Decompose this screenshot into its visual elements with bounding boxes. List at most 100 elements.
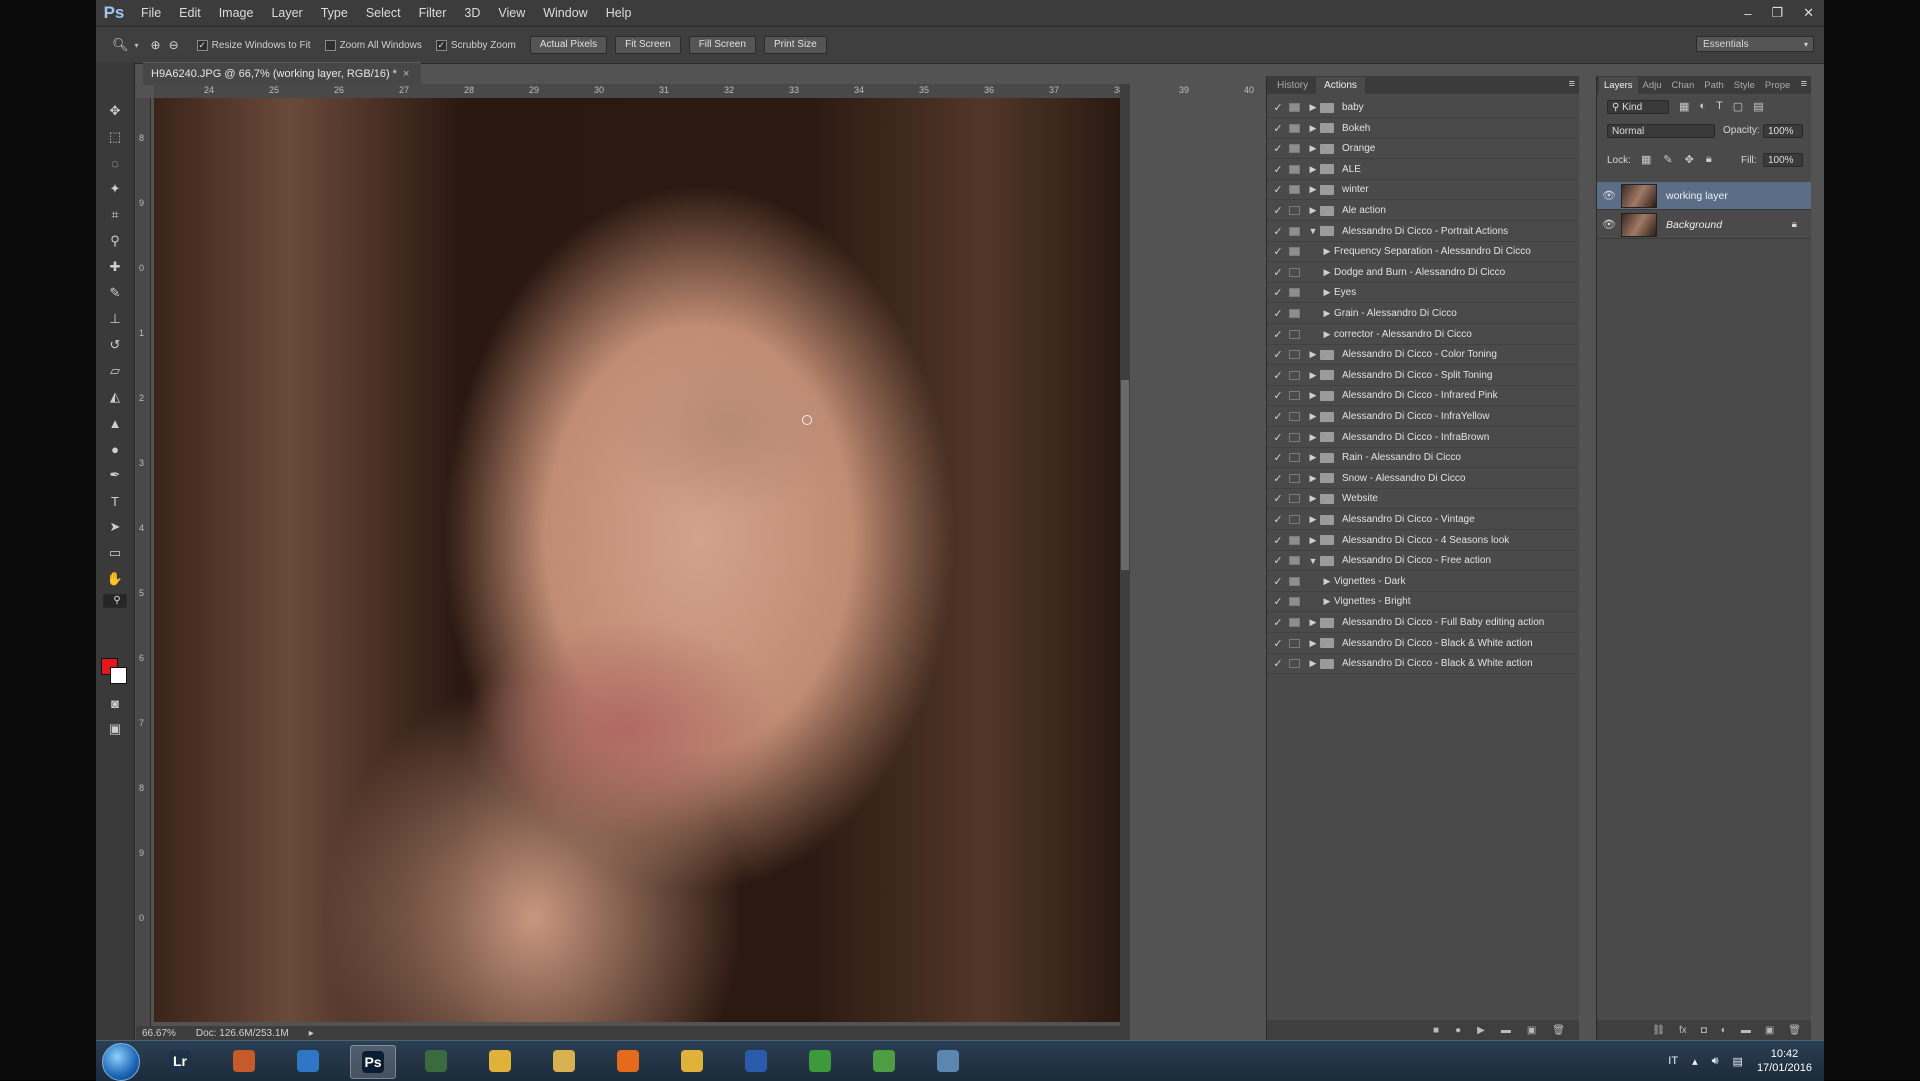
language-indicator[interactable]: IT: [1668, 1055, 1678, 1067]
dialog-toggle-icon[interactable]: [1289, 123, 1300, 133]
checkmark-icon[interactable]: ✓: [1267, 163, 1289, 176]
dialog-toggle-icon[interactable]: [1289, 556, 1300, 566]
checkmark-icon[interactable]: ✓: [1267, 245, 1289, 258]
panel-menu-icon[interactable]: ≡: [1801, 78, 1807, 90]
dialog-toggle-icon[interactable]: [1289, 535, 1300, 545]
dialog-toggle-icon[interactable]: [1289, 267, 1300, 277]
new-action-icon[interactable]: ▣: [1527, 1025, 1536, 1036]
action-row[interactable]: ✓ ▶ Alessandro Di Cicco - Black & White ac…: [1267, 634, 1579, 654]
hand-tool-icon[interactable]: ✋: [103, 568, 127, 590]
expand-triangle-icon[interactable]: ▶: [1320, 576, 1334, 587]
expand-triangle-icon[interactable]: ▶: [1306, 102, 1320, 113]
action-row[interactable]: ✓ ▶ ALE: [1267, 160, 1579, 180]
expand-triangle-icon[interactable]: ▶: [1306, 205, 1320, 216]
delete-icon[interactable]: 🗑︎: [1552, 1025, 1565, 1036]
image-canvas[interactable]: [154, 98, 1120, 1022]
expand-triangle-icon[interactable]: ▶: [1306, 123, 1320, 134]
checkmark-icon[interactable]: ✓: [1267, 595, 1289, 608]
action-row[interactable]: ✓ ▶ Ale action: [1267, 201, 1579, 221]
action-row[interactable]: ✓ ▶ Vignettes - Dark: [1267, 572, 1579, 592]
healing-brush-tool-icon[interactable]: ✚: [103, 256, 127, 278]
firefox-icon[interactable]: [606, 1045, 650, 1077]
expand-triangle-icon[interactable]: ▶: [1320, 267, 1334, 278]
expand-triangle-icon[interactable]: ▶: [1306, 390, 1320, 401]
zoom-out-icon[interactable]: ⊖: [169, 38, 179, 52]
eyedropper-tool-icon[interactable]: ⚲: [103, 230, 127, 252]
fill-input[interactable]: 100%: [1763, 153, 1803, 167]
checkmark-icon[interactable]: ✓: [1267, 616, 1289, 629]
checkmark-icon[interactable]: ✓: [1267, 204, 1289, 217]
expand-triangle-icon[interactable]: ▶: [1306, 143, 1320, 154]
lasso-tool-icon[interactable]: ◌: [103, 152, 127, 174]
layer-row[interactable]: 👁︎ Background 🔒︎: [1597, 211, 1811, 239]
dialog-toggle-icon[interactable]: [1289, 473, 1300, 483]
checkmark-icon[interactable]: ✓: [1267, 492, 1289, 505]
expand-triangle-icon[interactable]: ▶: [1320, 287, 1334, 298]
expand-triangle-icon[interactable]: ▶: [1306, 432, 1320, 443]
checkmark-icon[interactable]: ✓: [1267, 534, 1289, 547]
window-preview-icon[interactable]: [926, 1045, 970, 1077]
checkmark-icon[interactable]: ✓: [1267, 554, 1289, 567]
crop-tool-icon[interactable]: ⌗: [103, 204, 127, 226]
tab-adju[interactable]: Adju: [1638, 77, 1667, 94]
dialog-toggle-icon[interactable]: [1289, 288, 1300, 298]
checkmark-icon[interactable]: ✓: [1267, 348, 1289, 361]
layer-name[interactable]: Background: [1666, 219, 1792, 231]
pixel-filter-icon[interactable]: ▦: [1679, 100, 1689, 113]
expand-triangle-icon[interactable]: ▶: [1320, 246, 1334, 257]
clone-stamp-tool-icon[interactable]: ⊥: [103, 308, 127, 330]
add-mask-icon[interactable]: ◘: [1701, 1025, 1707, 1036]
menu-layer[interactable]: Layer: [262, 6, 311, 20]
kind-filter-select[interactable]: ⚲ Kind: [1607, 100, 1669, 114]
expand-triangle-icon[interactable]: ▶: [1306, 617, 1320, 628]
chrome-icon[interactable]: [670, 1045, 714, 1077]
action-row[interactable]: ✓ ▶ Alessandro Di Cicco - 4 Seasons look: [1267, 531, 1579, 551]
blend-mode-select[interactable]: Normal: [1607, 124, 1715, 138]
expand-triangle-icon[interactable]: ▶: [1306, 184, 1320, 195]
photoshop-icon[interactable]: Ps: [350, 1045, 396, 1079]
expand-triangle-icon[interactable]: ▶: [1306, 493, 1320, 504]
dialog-toggle-icon[interactable]: [1289, 515, 1300, 524]
tool-preset-chevron-icon[interactable]: ▾: [135, 41, 139, 50]
checkmark-icon[interactable]: ✓: [1267, 266, 1289, 279]
actual-pixels-button[interactable]: Actual Pixels: [529, 36, 608, 54]
action-row[interactable]: ✓ ▶ Bokeh: [1267, 119, 1579, 139]
paint-bucket-tool-icon[interactable]: ◭: [103, 386, 127, 408]
checkmark-icon[interactable]: ✓: [1267, 410, 1289, 423]
option-checkbox[interactable]: ✓ Resize Windows to Fit: [196, 39, 311, 51]
checkbox-box[interactable]: ✓: [435, 39, 447, 51]
action-row[interactable]: ✓ ▶ Dodge and Burn - Alessandro Di Cicco: [1267, 263, 1579, 283]
new-layer-icon[interactable]: ▣: [1765, 1025, 1774, 1036]
lock-transparency-icon[interactable]: ▦: [1641, 153, 1651, 166]
pen-tool-icon[interactable]: ✒: [103, 464, 127, 486]
dialog-toggle-icon[interactable]: [1289, 350, 1300, 360]
status-menu-arrow-icon[interactable]: ▸: [309, 1028, 314, 1039]
action-row[interactable]: ✓ ▶ Alessandro Di Cicco - Color Toning: [1267, 345, 1579, 366]
magic-wand-tool-icon[interactable]: ✦: [103, 178, 127, 200]
delete-layer-icon[interactable]: 🗑︎: [1788, 1025, 1801, 1036]
close-icon[interactable]: ✕: [1803, 5, 1814, 21]
expand-triangle-icon[interactable]: ▶: [1320, 329, 1334, 340]
zoom-in-icon[interactable]: ⊕: [151, 38, 161, 52]
checkmark-icon[interactable]: ✓: [1267, 389, 1289, 402]
eye-icon[interactable]: 👁︎: [1597, 218, 1621, 231]
menu-file[interactable]: File: [132, 6, 170, 20]
tab-actions[interactable]: Actions: [1316, 77, 1365, 94]
network-icon[interactable]: ▤: [1733, 1055, 1743, 1068]
blur-tool-icon[interactable]: ▲: [103, 412, 127, 434]
expand-triangle-icon[interactable]: ▶: [1320, 596, 1334, 607]
dodge-tool-icon[interactable]: ●: [103, 438, 127, 460]
action-row[interactable]: ✓ ▶ Vignettes - Bright: [1267, 592, 1579, 613]
dialog-toggle-icon[interactable]: [1289, 453, 1300, 463]
background-color-swatch[interactable]: [110, 667, 127, 684]
lightroom-icon[interactable]: Lr: [158, 1045, 202, 1077]
dialog-toggle-icon[interactable]: [1289, 391, 1300, 401]
checkmark-icon[interactable]: ✓: [1267, 101, 1289, 114]
dialog-toggle-icon[interactable]: [1289, 638, 1300, 648]
checkmark-icon[interactable]: ✓: [1267, 225, 1289, 238]
action-row[interactable]: ✓ ▶ Frequency Separation - Alessandro Di C…: [1267, 242, 1579, 263]
menu-filter[interactable]: Filter: [410, 6, 456, 20]
action-row[interactable]: ✓ ▶ corrector - Alessandro Di Cicco: [1267, 325, 1579, 345]
action-row[interactable]: ✓ ▶ Alessandro Di Cicco - Black & White ac…: [1267, 654, 1579, 675]
camtasia-recorder-icon[interactable]: [862, 1045, 906, 1077]
